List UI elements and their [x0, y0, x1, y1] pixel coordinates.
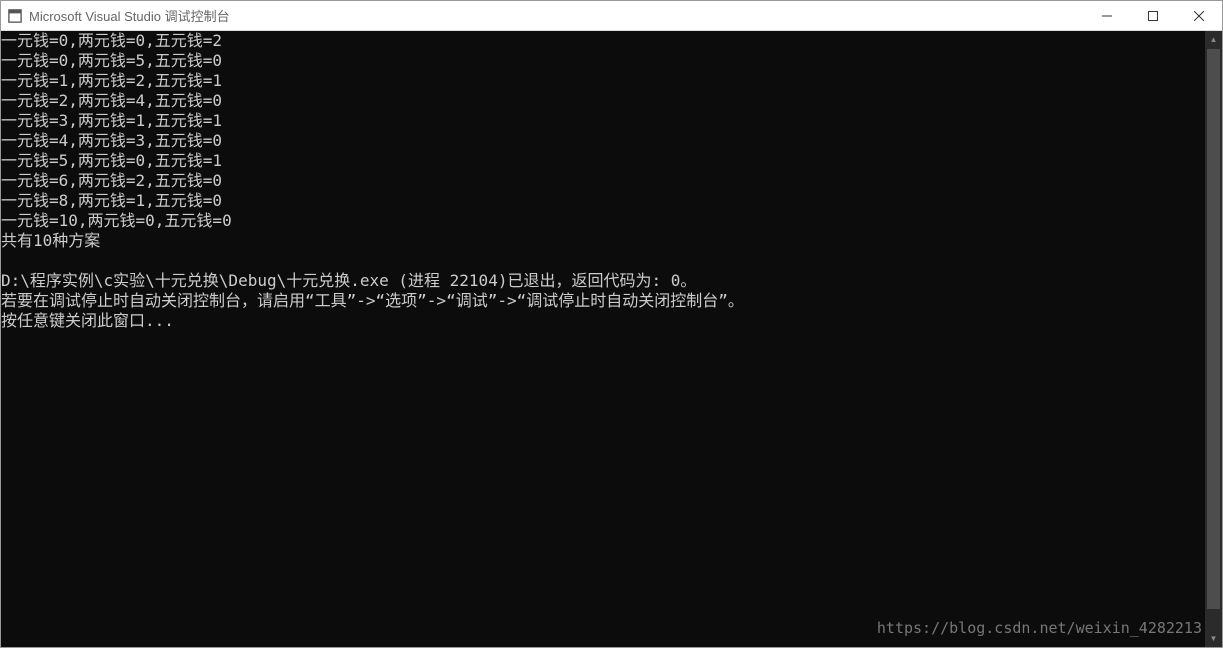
titlebar[interactable]: Microsoft Visual Studio 调试控制台: [1, 1, 1222, 31]
console-line: 一元钱=1,两元钱=2,五元钱=1: [1, 71, 1205, 91]
console-line: D:\程序实例\c实验\十元兑换\Debug\十元兑换.exe (进程 2210…: [1, 271, 1205, 291]
console-window: Microsoft Visual Studio 调试控制台 一元钱=0,两元钱=…: [0, 0, 1223, 648]
console-area: 一元钱=0,两元钱=0,五元钱=2一元钱=0,两元钱=5,五元钱=0一元钱=1,…: [1, 31, 1222, 647]
console-line: 一元钱=2,两元钱=4,五元钱=0: [1, 91, 1205, 111]
scroll-down-arrow[interactable]: ▼: [1205, 630, 1222, 647]
console-line: 一元钱=3,两元钱=1,五元钱=1: [1, 111, 1205, 131]
console-line: 一元钱=8,两元钱=1,五元钱=0: [1, 191, 1205, 211]
console-line: 一元钱=6,两元钱=2,五元钱=0: [1, 171, 1205, 191]
window-controls: [1084, 1, 1222, 30]
maximize-button[interactable]: [1130, 1, 1176, 30]
console-line: 一元钱=0,两元钱=0,五元钱=2: [1, 31, 1205, 51]
console-line: 按任意键关闭此窗口...: [1, 311, 1205, 331]
console-line: 一元钱=0,两元钱=5,五元钱=0: [1, 51, 1205, 71]
console-line: 一元钱=10,两元钱=0,五元钱=0: [1, 211, 1205, 231]
console-line: 若要在调试停止时自动关闭控制台，请启用“工具”->“选项”->“调试”->“调试…: [1, 291, 1205, 311]
console-line: 一元钱=4,两元钱=3,五元钱=0: [1, 131, 1205, 151]
console-line: 共有10种方案: [1, 231, 1205, 251]
minimize-button[interactable]: [1084, 1, 1130, 30]
app-icon: [7, 8, 23, 24]
vertical-scrollbar[interactable]: ▲ ▼: [1205, 31, 1222, 647]
console-output[interactable]: 一元钱=0,两元钱=0,五元钱=2一元钱=0,两元钱=5,五元钱=0一元钱=1,…: [1, 31, 1205, 647]
console-line: 一元钱=5,两元钱=0,五元钱=1: [1, 151, 1205, 171]
scroll-thumb[interactable]: [1207, 49, 1220, 609]
console-line: [1, 251, 1205, 271]
window-title: Microsoft Visual Studio 调试控制台: [29, 6, 1084, 25]
close-button[interactable]: [1176, 1, 1222, 30]
scroll-up-arrow[interactable]: ▲: [1205, 31, 1222, 48]
